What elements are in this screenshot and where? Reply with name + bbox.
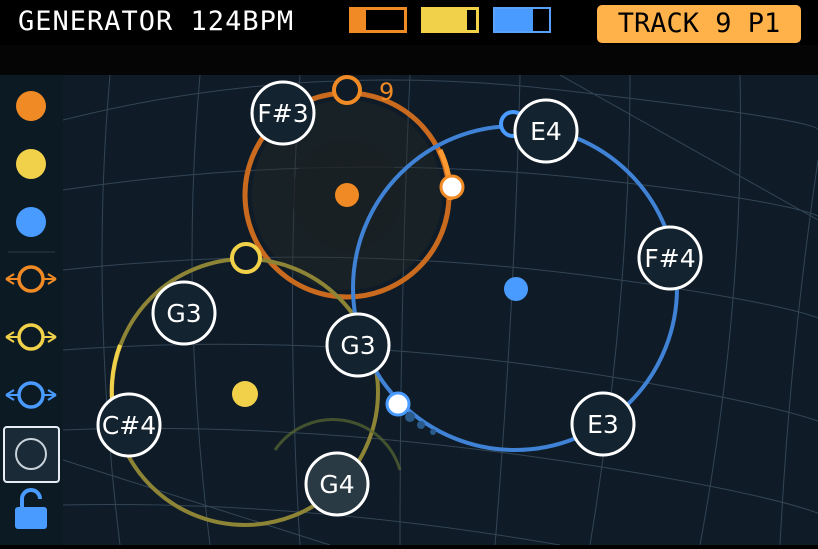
note-node[interactable]: E4 (513, 98, 579, 164)
note-label: G4 (319, 470, 354, 499)
orange-step-count: 9 (379, 78, 394, 106)
blue-track-swatch[interactable] (493, 7, 551, 33)
blue-trail-dot (405, 412, 415, 422)
note-label: C#4 (102, 411, 156, 440)
orange-dot-icon[interactable] (16, 91, 46, 121)
yellow-center (232, 381, 258, 407)
blue-swatch-fill (495, 9, 533, 31)
blue-trail-dot (417, 421, 425, 429)
unlock-icon[interactable] (15, 488, 47, 529)
note-label: E4 (530, 117, 562, 146)
sidebar (0, 75, 63, 545)
orange-swatch-fill (352, 10, 366, 30)
blue-playhead (385, 391, 411, 417)
orange-start-handle[interactable] (332, 75, 362, 105)
blue-dot-icon[interactable] (16, 207, 46, 237)
note-node[interactable]: C#4 (96, 392, 162, 458)
blue-center (504, 277, 528, 301)
yellow-ring-arrows-icon[interactable] (5, 323, 57, 351)
blue-trail-dot (430, 429, 436, 435)
note-label: G3 (340, 331, 375, 360)
note-label: F#4 (644, 244, 695, 273)
note-label: G3 (166, 299, 201, 328)
yellow-dot-icon[interactable] (16, 149, 46, 179)
orange-center (335, 183, 359, 207)
orange-playhead (439, 174, 465, 200)
note-node[interactable]: G3 (151, 280, 217, 346)
sequencer-canvas[interactable]: 9 F#3 E4 F#4 E3 G3 G3 C#4 G4 (63, 75, 818, 545)
orange-ring-arrows-icon[interactable] (5, 265, 57, 293)
blue-ring-arrows-icon[interactable] (5, 381, 57, 409)
yellow-swatch-fill (424, 10, 467, 30)
note-node[interactable]: F#3 (250, 80, 316, 146)
note-label: F#3 (257, 99, 308, 128)
yellow-track-swatch[interactable] (421, 7, 479, 33)
note-node[interactable]: G4 (304, 451, 370, 517)
empty-ring-icon[interactable] (3, 426, 60, 483)
note-node[interactable]: E3 (570, 391, 636, 457)
track-badge[interactable]: TRACK 9 P1 (597, 5, 801, 43)
note-node[interactable]: G3 (325, 312, 391, 378)
yellow-start-handle[interactable] (230, 242, 262, 274)
note-node[interactable]: F#4 (637, 225, 703, 291)
orange-track-swatch[interactable] (349, 7, 407, 33)
info-strip (0, 45, 818, 75)
sidebar-icons (3, 91, 60, 529)
top-bar: GENERATOR 124BPM TRACK 9 P1 (0, 0, 818, 45)
circle-sequencer[interactable]: 9 F#3 E4 F#4 E3 G3 G3 C#4 G4 (63, 75, 818, 545)
note-label: E3 (587, 410, 619, 439)
app-title: GENERATOR 124BPM (18, 6, 295, 37)
